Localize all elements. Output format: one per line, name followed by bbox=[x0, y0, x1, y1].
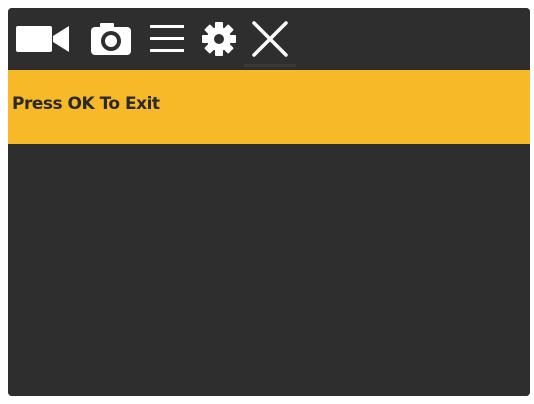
video-camera-icon bbox=[16, 26, 69, 52]
photo-mode-button[interactable] bbox=[88, 18, 134, 60]
exit-prompt-text: Press OK To Exit bbox=[12, 94, 160, 114]
device-screen: Press OK To Exit bbox=[8, 8, 530, 396]
camera-icon bbox=[91, 23, 131, 55]
settings-button[interactable] bbox=[198, 18, 240, 60]
close-icon bbox=[252, 21, 288, 57]
mode-toolbar bbox=[8, 8, 530, 70]
video-mode-button[interactable] bbox=[14, 18, 72, 60]
exit-prompt-banner: Press OK To Exit bbox=[8, 70, 530, 144]
menu-button[interactable] bbox=[146, 18, 188, 60]
settings-gear-icon bbox=[202, 22, 236, 56]
empty-content-area bbox=[8, 144, 530, 396]
exit-button[interactable] bbox=[248, 18, 292, 60]
selected-tab-indicator bbox=[244, 64, 296, 67]
menu-icon bbox=[150, 25, 184, 52]
